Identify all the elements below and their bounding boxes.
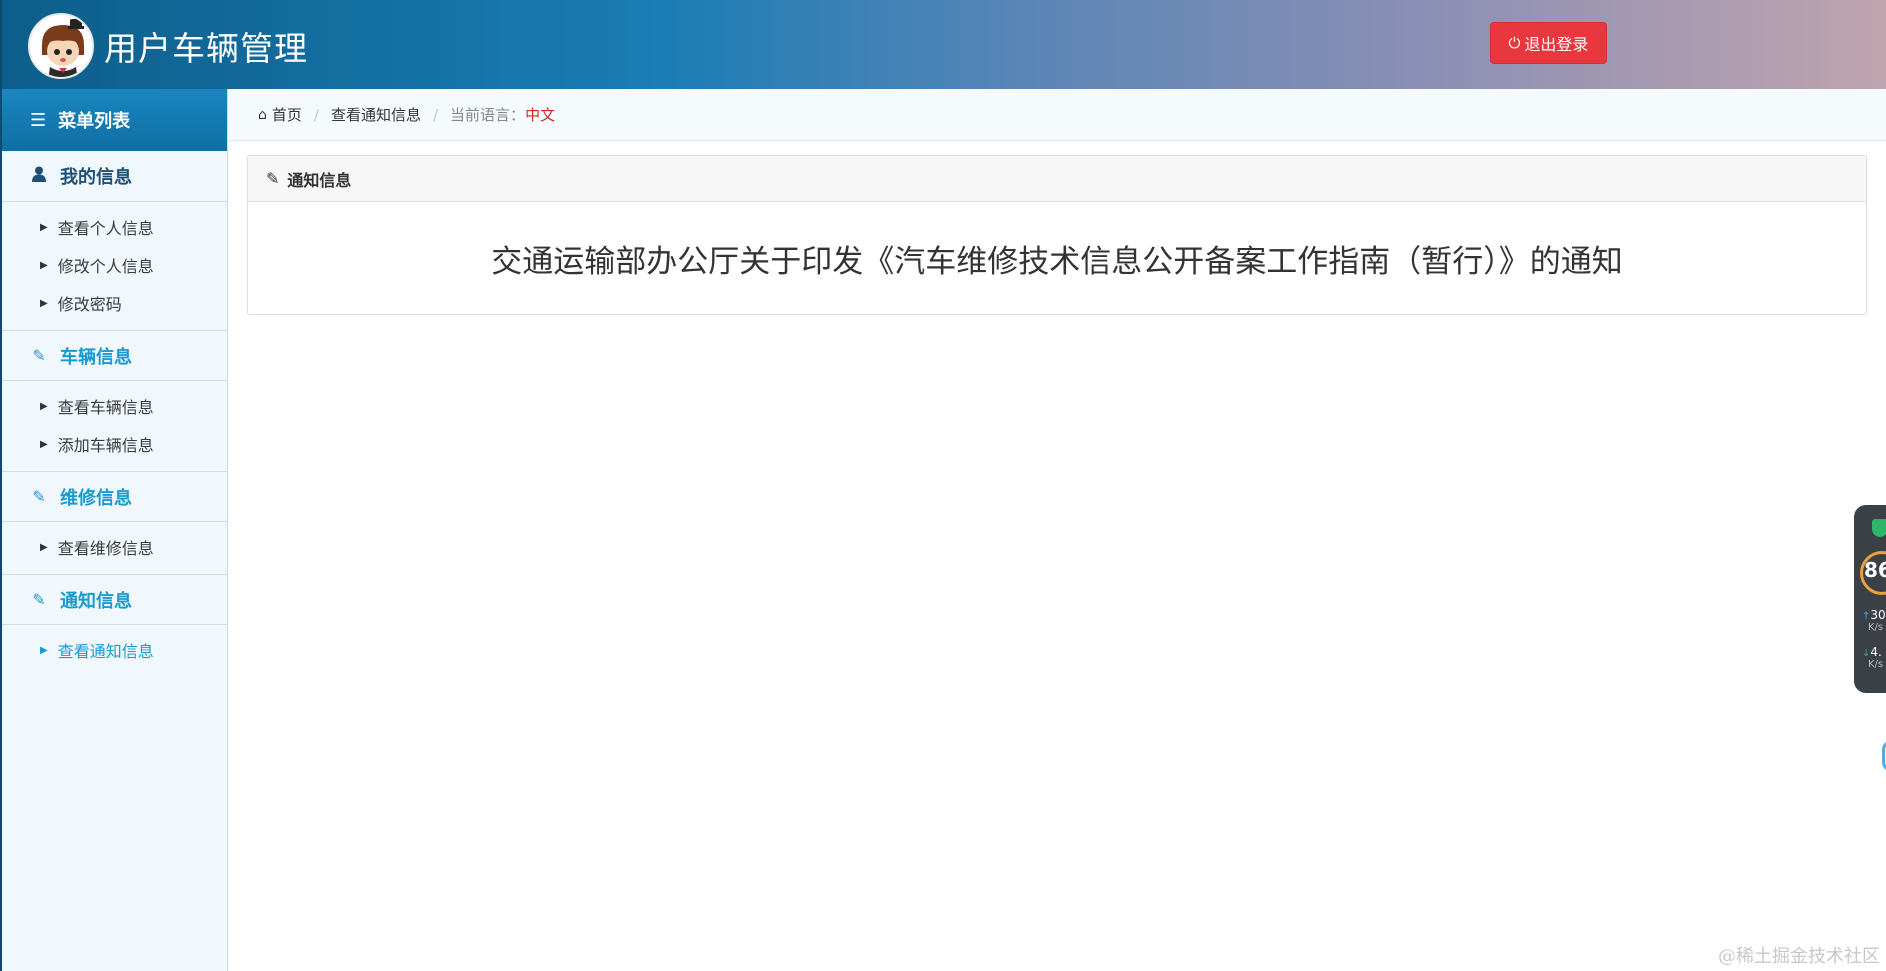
- sidebar-item-view-repairs[interactable]: ▶ 查看维修信息: [2, 528, 227, 566]
- sidebar-group-vehicle-info[interactable]: ✎ 车辆信息: [2, 330, 227, 381]
- top-header: 用户车辆管理 ⏻ 退出登录: [0, 0, 1886, 89]
- caret-right-icon: ▶: [40, 221, 48, 233]
- panel-title: 通知信息: [287, 170, 352, 190]
- group-title: 车辆信息: [60, 346, 132, 368]
- group-items: ▶ 查看车辆信息 ▶ 添加车辆信息: [2, 381, 227, 471]
- sidebar-item-edit-profile[interactable]: ▶ 修改个人信息: [2, 246, 227, 284]
- language-label: 当前语言：: [450, 106, 526, 124]
- sidebar-item-view-notices[interactable]: ▶ 查看通知信息: [2, 631, 227, 669]
- item-label: 查看维修信息: [57, 539, 154, 558]
- download-speed: ↓4. K/s: [1862, 645, 1883, 670]
- sidebar-group-repair-info[interactable]: ✎ 维修信息: [2, 471, 227, 522]
- upload-speed: ↑30 K/s: [1862, 608, 1886, 633]
- user-icon: [30, 166, 48, 186]
- network-speed-widget[interactable]: 86 ↑30 K/s ↓4. K/s: [1854, 505, 1886, 693]
- upload-unit: K/s: [1868, 622, 1884, 633]
- panel-body: 交通运输部办公厅关于印发《汽车维修技术信息公开备案工作指南（暂行）》的通知: [248, 202, 1866, 314]
- group-items: ▶ 查看维修信息: [2, 522, 227, 574]
- watermark: @稀土掘金技术社区: [1718, 946, 1880, 967]
- language-value[interactable]: 中文: [525, 104, 555, 125]
- sidebar-group-my-info[interactable]: 我的信息: [2, 151, 227, 202]
- home-icon: ⌂: [258, 106, 267, 123]
- panel-header: ✎ 通知信息: [248, 156, 1866, 202]
- caret-right-icon: ▶: [40, 400, 48, 412]
- edit-icon: ✎: [32, 590, 46, 609]
- sidebar-header: ☰ 菜单列表: [2, 89, 227, 151]
- sidebar-title: 菜单列表: [58, 111, 131, 132]
- power-icon: ⏻: [1508, 34, 1521, 52]
- sidebar-item-view-profile[interactable]: ▶ 查看个人信息: [2, 208, 227, 246]
- floating-assistant-icon[interactable]: [1882, 740, 1886, 772]
- caret-right-icon: ▶: [40, 541, 48, 553]
- caret-right-icon: ▶: [40, 297, 48, 309]
- edit-icon: ✎: [32, 346, 46, 365]
- breadcrumb-separator: /: [313, 105, 319, 124]
- sidebar-item-add-vehicle[interactable]: ▶ 添加车辆信息: [2, 425, 227, 463]
- logout-label: 退出登录: [1524, 35, 1589, 54]
- caret-right-icon: ▶: [40, 438, 48, 450]
- upload-value: 30: [1870, 608, 1886, 622]
- item-label: 添加车辆信息: [57, 436, 154, 455]
- group-items: ▶ 查看个人信息 ▶ 修改个人信息 ▶ 修改密码: [2, 202, 227, 330]
- sidebar-item-view-vehicles[interactable]: ▶ 查看车辆信息: [2, 387, 227, 425]
- group-title: 维修信息: [60, 487, 132, 509]
- list-icon: ☰: [30, 109, 47, 131]
- edit-icon: ✎: [32, 487, 46, 506]
- group-title: 我的信息: [60, 167, 132, 188]
- breadcrumb-current[interactable]: 查看通知信息: [331, 104, 421, 125]
- group-items: ▶ 查看通知信息: [2, 625, 227, 677]
- breadcrumb-home[interactable]: 首页: [272, 104, 302, 125]
- shield-icon: [1872, 519, 1886, 537]
- caret-right-icon: ▶: [40, 259, 48, 271]
- item-label: 修改个人信息: [57, 257, 154, 276]
- widget-score: 86: [1864, 558, 1886, 582]
- download-value: 4.: [1870, 645, 1882, 659]
- sidebar-item-change-password[interactable]: ▶ 修改密码: [2, 284, 227, 322]
- group-title: 通知信息: [60, 590, 132, 612]
- breadcrumb: ⌂ 首页 / 查看通知信息 / 当前语言： 中文: [228, 89, 1886, 141]
- item-label: 查看车辆信息: [57, 398, 154, 417]
- download-unit: K/s: [1868, 659, 1884, 670]
- item-label: 查看通知信息: [57, 642, 154, 661]
- breadcrumb-separator: /: [432, 105, 439, 124]
- sidebar: ☰ 菜单列表 我的信息 ▶ 查看个人信息 ▶ 修改个人信息 ▶ 修改密码 ✎ 车辆信息…: [0, 89, 228, 971]
- avatar: [28, 13, 94, 79]
- caret-right-icon: ▶: [40, 644, 48, 656]
- sidebar-group-notice-info[interactable]: ✎ 通知信息: [2, 574, 227, 625]
- logout-button[interactable]: ⏻ 退出登录: [1490, 22, 1607, 64]
- notice-title[interactable]: 交通运输部办公厅关于印发《汽车维修技术信息公开备案工作指南（暂行）》的通知: [491, 236, 1623, 281]
- app-title: 用户车辆管理: [104, 29, 308, 68]
- edit-icon: ✎: [266, 169, 280, 188]
- item-label: 查看个人信息: [57, 219, 154, 238]
- notice-panel: ✎ 通知信息 交通运输部办公厅关于印发《汽车维修技术信息公开备案工作指南（暂行）…: [247, 155, 1867, 315]
- item-label: 修改密码: [57, 295, 122, 314]
